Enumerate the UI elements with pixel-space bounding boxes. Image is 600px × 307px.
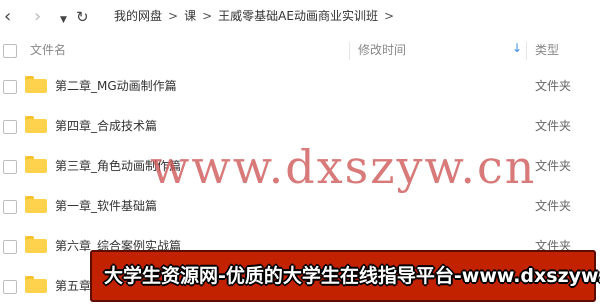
file-name[interactable]: 第二章_MG动画制作篇: [55, 78, 177, 94]
folder-icon: [25, 116, 47, 133]
file-name[interactable]: 第一章_软件基础篇: [55, 198, 157, 214]
row-checkbox[interactable]: [3, 200, 17, 214]
column-divider[interactable]: [526, 42, 527, 60]
back-arrow-icon[interactable]: ‹: [4, 7, 11, 27]
watermark-text: www.dxszyw.cn: [150, 140, 537, 194]
promo-banner-text: 大学生资源网-优质的大学生在线指导平台-www.dxszyw.cn: [104, 265, 600, 287]
select-all-checkbox[interactable]: [3, 44, 17, 58]
breadcrumb-item-course[interactable]: 课: [184, 9, 196, 23]
file-name[interactable]: 第四章_合成技术篇: [55, 118, 157, 134]
folder-icon: [25, 276, 47, 293]
breadcrumb-item-root[interactable]: 我的网盘: [114, 9, 162, 23]
file-type: 文件夹: [535, 199, 572, 213]
file-type: 文件夹: [535, 119, 572, 133]
column-header-type[interactable]: 类型: [535, 42, 559, 58]
row-checkbox[interactable]: [3, 280, 17, 294]
row-checkbox[interactable]: [3, 80, 17, 94]
folder-icon: [25, 156, 47, 173]
folder-icon: [25, 76, 47, 93]
file-row[interactable]: 第二章_MG动画制作篇 文件夹: [0, 66, 600, 106]
row-checkbox[interactable]: [3, 160, 17, 174]
file-type: 文件夹: [535, 159, 572, 173]
folder-icon: [25, 196, 47, 213]
folder-icon: [25, 236, 47, 253]
column-header-name[interactable]: 文件名: [30, 42, 66, 58]
column-header-modified[interactable]: 修改时间: [358, 42, 406, 58]
history-dropdown-icon[interactable]: ▼: [60, 10, 67, 30]
row-checkbox[interactable]: [3, 240, 17, 254]
navigation-bar: ‹ › ▼ ↻ 我的网盘 > 课 > 王威零基础AE动画商业实训班 >: [0, 0, 600, 34]
sort-desc-icon[interactable]: ↓: [512, 41, 522, 55]
breadcrumb-separator: >: [202, 9, 213, 23]
forward-arrow-icon[interactable]: ›: [34, 7, 41, 27]
column-divider[interactable]: [349, 42, 350, 60]
promo-banner: 大学生资源网-优质的大学生在线指导平台-www.dxszyw.cn: [90, 250, 600, 302]
breadcrumb-separator: >: [168, 9, 179, 23]
file-name[interactable]: 第五章: [55, 278, 91, 294]
breadcrumb: 我的网盘 > 课 > 王威零基础AE动画商业实训班 >: [114, 8, 400, 24]
file-list-header: 文件名 修改时间 ↓ 类型: [0, 38, 600, 62]
file-type: 文件夹: [535, 79, 572, 93]
row-checkbox[interactable]: [3, 120, 17, 134]
breadcrumb-item-current[interactable]: 王威零基础AE动画商业实训班: [218, 9, 378, 23]
refresh-icon[interactable]: ↻: [76, 7, 89, 27]
breadcrumb-separator: >: [383, 9, 395, 23]
